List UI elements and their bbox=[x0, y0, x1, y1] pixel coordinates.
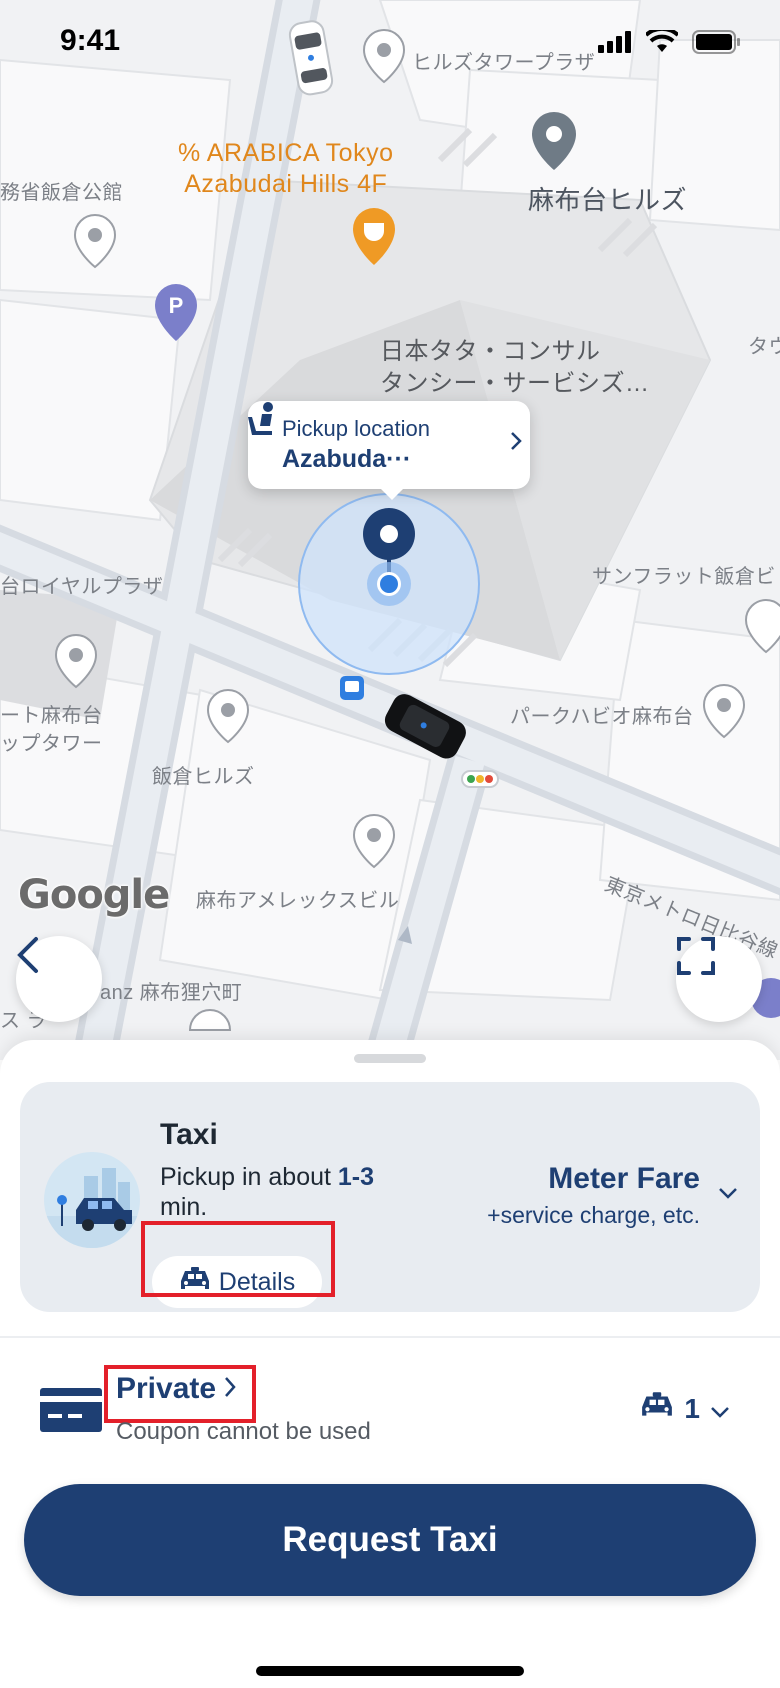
eta-prefix: Pickup in about bbox=[160, 1163, 338, 1191]
home-indicator[interactable] bbox=[256, 1666, 524, 1676]
map-label-line: ップタワー bbox=[0, 733, 103, 755]
map-label: パークハビオ麻布台 bbox=[510, 706, 694, 728]
map-label: ート麻布台 ップタワー bbox=[0, 702, 103, 758]
map-label: 台ロイヤルプラザ bbox=[0, 576, 164, 598]
eta-suffix: min. bbox=[160, 1193, 208, 1221]
taxi-icon bbox=[640, 1392, 674, 1425]
poi-label-line: % ARABICA Tokyo bbox=[178, 139, 394, 167]
request-taxi-button[interactable]: Request Taxi bbox=[24, 1484, 756, 1596]
map-view[interactable]: P ヒルズタワープラザ % ARABICA Tokyo Azabudai Hil… bbox=[0, 0, 780, 1060]
fare-title: Meter Fare bbox=[548, 1162, 700, 1195]
divider bbox=[0, 1336, 780, 1338]
pickup-address: Azabuda··· bbox=[282, 445, 412, 473]
google-logo: Google bbox=[18, 872, 170, 918]
fare-subtitle: +service charge, etc. bbox=[487, 1202, 700, 1228]
map-label: 飯倉ヒルズ bbox=[152, 766, 255, 788]
map-label-line: 日本タタ・コンサル bbox=[380, 338, 601, 365]
back-button[interactable] bbox=[16, 936, 102, 1022]
poi-label-azabudai-hills[interactable]: 麻布台ヒルズ bbox=[528, 180, 687, 217]
cellular-signal-icon bbox=[598, 31, 632, 58]
sheet-grabber[interactable] bbox=[354, 1054, 426, 1063]
pickup-title: Pickup location bbox=[282, 416, 430, 441]
vehicle-count-value: 1 bbox=[684, 1392, 700, 1424]
taxi-illustration-icon bbox=[44, 1152, 140, 1248]
chevron-down-icon bbox=[710, 1393, 730, 1425]
status-bar: 9:41 bbox=[0, 0, 780, 88]
map-label: 麻布アメレックスビル bbox=[196, 890, 400, 912]
map-label: 務省飯倉公館 bbox=[0, 182, 123, 204]
map-label: サンフラット飯倉ビ bbox=[592, 566, 776, 588]
vehicle-type-title: Taxi bbox=[160, 1118, 218, 1151]
poi-label-building: 日本タタ・コンサル タンシー・サービシズ… bbox=[380, 336, 650, 400]
battery-icon bbox=[692, 30, 740, 59]
bottom-sheet[interactable]: Taxi Pickup in about 1-3 min. Details Me… bbox=[0, 1040, 780, 1688]
poi-label-line: Azabudai Hills 4F bbox=[184, 170, 388, 198]
map-label-line: ート麻布台 bbox=[0, 705, 103, 727]
credit-card-icon bbox=[40, 1388, 102, 1437]
map-label: anz 麻布狸穴町 bbox=[100, 982, 243, 1004]
chevron-down-icon[interactable] bbox=[718, 1186, 738, 1204]
vehicle-count-selector[interactable]: 1 bbox=[640, 1392, 730, 1425]
svg-text:P: P bbox=[169, 293, 184, 318]
wifi-icon bbox=[644, 26, 680, 59]
map-label-line: タンシー・サービシズ… bbox=[380, 370, 650, 397]
status-time: 9:41 bbox=[60, 24, 121, 57]
eta-value: 1-3 bbox=[337, 1163, 375, 1191]
expand-map-button[interactable] bbox=[676, 936, 762, 1022]
coupon-status-text: Coupon cannot be used bbox=[116, 1418, 371, 1445]
pickup-eta-text: Pickup in about 1-3 min. bbox=[160, 1162, 430, 1222]
highlight-box-details bbox=[141, 1221, 335, 1297]
map-label: タウ bbox=[748, 336, 780, 358]
taxi-option-card[interactable]: Taxi Pickup in about 1-3 min. Details Me… bbox=[20, 1082, 760, 1312]
poi-label-cafe[interactable]: % ARABICA Tokyo Azabudai Hills 4F bbox=[178, 138, 393, 200]
highlight-box-payment bbox=[104, 1365, 256, 1423]
pickup-location-bubble[interactable]: Pickup location Azabuda··· bbox=[248, 401, 530, 500]
